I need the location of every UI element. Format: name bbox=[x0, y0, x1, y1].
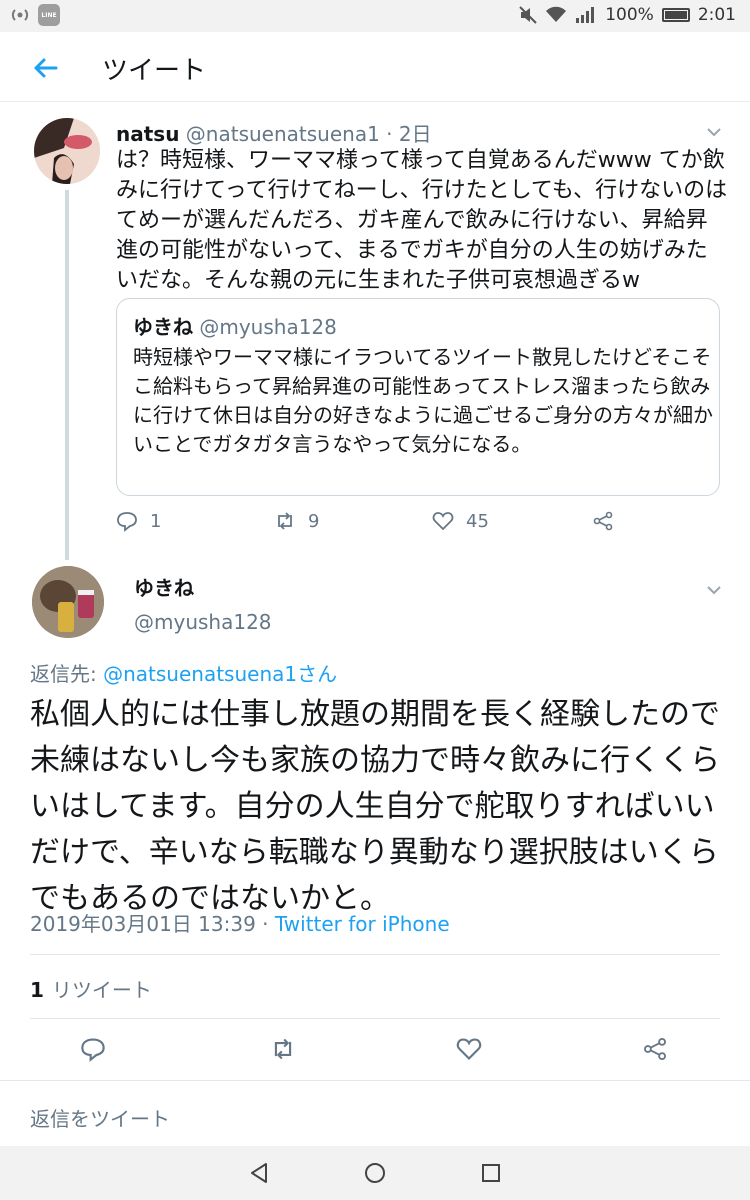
signal-icon bbox=[576, 7, 595, 23]
system-nav-bar bbox=[0, 1146, 750, 1200]
quoted-tweet-header: ゆきね @myusha128 bbox=[133, 311, 337, 340]
back-triangle-icon[interactable] bbox=[246, 1160, 272, 1186]
quoted-tweet[interactable]: ゆきね @myusha128 時短様やワーママ様にイラついてるツイート散見したけ… bbox=[116, 298, 720, 496]
retweet-stat-label: リツイート bbox=[51, 978, 152, 1002]
quoted-tweet-text: 時短様やワーママ様にイラついてるツイート散見したけどそこそこ給料もらって昇給昇進… bbox=[133, 345, 713, 456]
avatar[interactable] bbox=[32, 566, 104, 638]
divider bbox=[30, 1018, 720, 1019]
chevron-down-icon[interactable] bbox=[706, 124, 722, 140]
reply-context: 返信先: @natsuenatsuena1さん bbox=[30, 658, 337, 687]
battery-percent: 100% bbox=[605, 5, 654, 25]
page-title: ツイート bbox=[102, 56, 207, 86]
like-button[interactable]: 45 bbox=[432, 510, 489, 532]
notification-icons: LINE bbox=[10, 4, 60, 26]
line-app-icon: LINE bbox=[38, 4, 60, 26]
retweet-stats[interactable]: 1 リツイート bbox=[30, 974, 152, 1003]
heart-icon[interactable] bbox=[456, 1036, 482, 1062]
avatar[interactable] bbox=[34, 118, 100, 184]
mute-icon bbox=[519, 6, 537, 24]
tweet-text: 私個人的には仕事し放題の期間を長く経験したので未練はないし今も家族の協力で時々飲… bbox=[30, 697, 720, 916]
clock: 2:01 bbox=[697, 5, 736, 25]
tweet-text: は？時短様、ワーママ様って様って自覚あるんだwww てか飲みに行けてって行けてね… bbox=[116, 148, 728, 293]
speech-bubble-icon[interactable] bbox=[80, 1036, 106, 1062]
parent-tweet-actions: 1 9 45 bbox=[116, 510, 636, 534]
retweet-icon bbox=[278, 512, 292, 530]
tweet-timestamp: 2019年03月01日 13:39 · bbox=[30, 912, 275, 936]
reply-count: 1 bbox=[150, 510, 162, 532]
share-button[interactable] bbox=[592, 510, 614, 532]
reply-prefix: 返信先: bbox=[30, 662, 104, 686]
share-icon[interactable] bbox=[642, 1036, 668, 1062]
user-handle[interactable]: @myusha128 bbox=[134, 610, 272, 634]
user-handle[interactable]: @natsuenatsuena1 bbox=[186, 122, 380, 146]
recents-square-icon[interactable] bbox=[478, 1160, 504, 1186]
chevron-down-icon[interactable] bbox=[706, 582, 722, 598]
main-tweet-actions bbox=[0, 1036, 750, 1066]
like-count: 45 bbox=[466, 510, 489, 532]
retweet-count: 9 bbox=[308, 510, 320, 532]
thread-connector bbox=[65, 190, 69, 560]
retweet-stat-count: 1 bbox=[30, 978, 44, 1002]
battery-icon bbox=[661, 8, 690, 22]
tweet-age: · 2日 bbox=[386, 122, 432, 146]
arrow-left-icon[interactable] bbox=[28, 50, 64, 86]
home-circle-icon[interactable] bbox=[362, 1160, 388, 1186]
tweet-meta: 2019年03月01日 13:39 · Twitter for iPhone bbox=[30, 908, 450, 937]
display-name[interactable]: natsu bbox=[116, 122, 179, 146]
app-bar: ツイート bbox=[0, 32, 750, 102]
display-name[interactable]: ゆきね bbox=[134, 572, 194, 601]
reply-to-link[interactable]: @natsuenatsuena1さん bbox=[103, 662, 337, 686]
reply-button[interactable]: 1 bbox=[116, 510, 161, 532]
retweet-button[interactable]: 9 bbox=[274, 510, 319, 532]
status-bar: LINE 100% 2:01 bbox=[0, 0, 750, 32]
wifi-icon bbox=[546, 6, 567, 22]
speech-bubble-icon bbox=[117, 512, 137, 532]
hotspot-icon bbox=[11, 9, 29, 21]
quoted-user-handle: @myusha128 bbox=[199, 315, 337, 339]
parent-tweet-header: natsu @natsuenatsuena1 · 2日 bbox=[116, 118, 432, 147]
heart-icon bbox=[432, 512, 454, 531]
retweet-icon[interactable] bbox=[270, 1036, 296, 1062]
system-status: 100% 2:01 bbox=[519, 5, 736, 25]
reply-input[interactable]: 返信をツイート bbox=[30, 1103, 170, 1132]
reply-composer[interactable]: 返信をツイート bbox=[0, 1080, 750, 1146]
tweet-source-link[interactable]: Twitter for iPhone bbox=[275, 912, 450, 936]
share-icon bbox=[593, 511, 613, 531]
quoted-display-name: ゆきね bbox=[133, 315, 193, 339]
divider bbox=[30, 954, 720, 955]
